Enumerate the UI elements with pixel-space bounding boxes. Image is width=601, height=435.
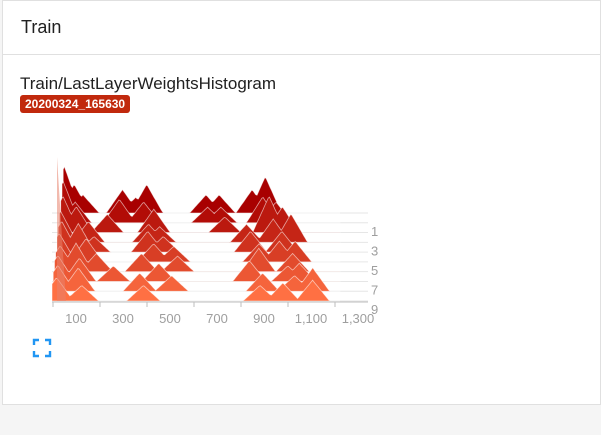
- fullscreen-icon-glyph: [32, 338, 52, 358]
- x-tick-label: 1,100: [295, 311, 328, 326]
- x-tick-label: 100: [65, 311, 87, 326]
- run-badge: 20200324_165630: [20, 95, 131, 113]
- step-tick-label: 7: [371, 282, 378, 297]
- card-title: Train/LastLayerWeightsHistogram: [20, 74, 277, 93]
- step-tick-label: 3: [371, 243, 378, 258]
- x-tick-label: 900: [253, 311, 275, 326]
- step-tick-label: 1: [371, 224, 378, 239]
- histogram-card: Train/LastLayerWeightsHistogram 20200324…: [20, 74, 276, 113]
- x-tick-label: 500: [159, 311, 181, 326]
- x-tick-label: 300: [112, 311, 134, 326]
- histogram-step-0: [62, 165, 340, 214]
- step-tick-label: 5: [371, 263, 378, 278]
- fullscreen-icon[interactable]: [31, 337, 53, 359]
- step-tick-label: 9: [371, 302, 378, 317]
- x-tick-label: 700: [206, 311, 228, 326]
- histogram-chart: 100 300 500 700 900 1,100 1,300 1 3 5 7 9: [51, 157, 378, 326]
- x-tick-label: 1,300: [342, 311, 375, 326]
